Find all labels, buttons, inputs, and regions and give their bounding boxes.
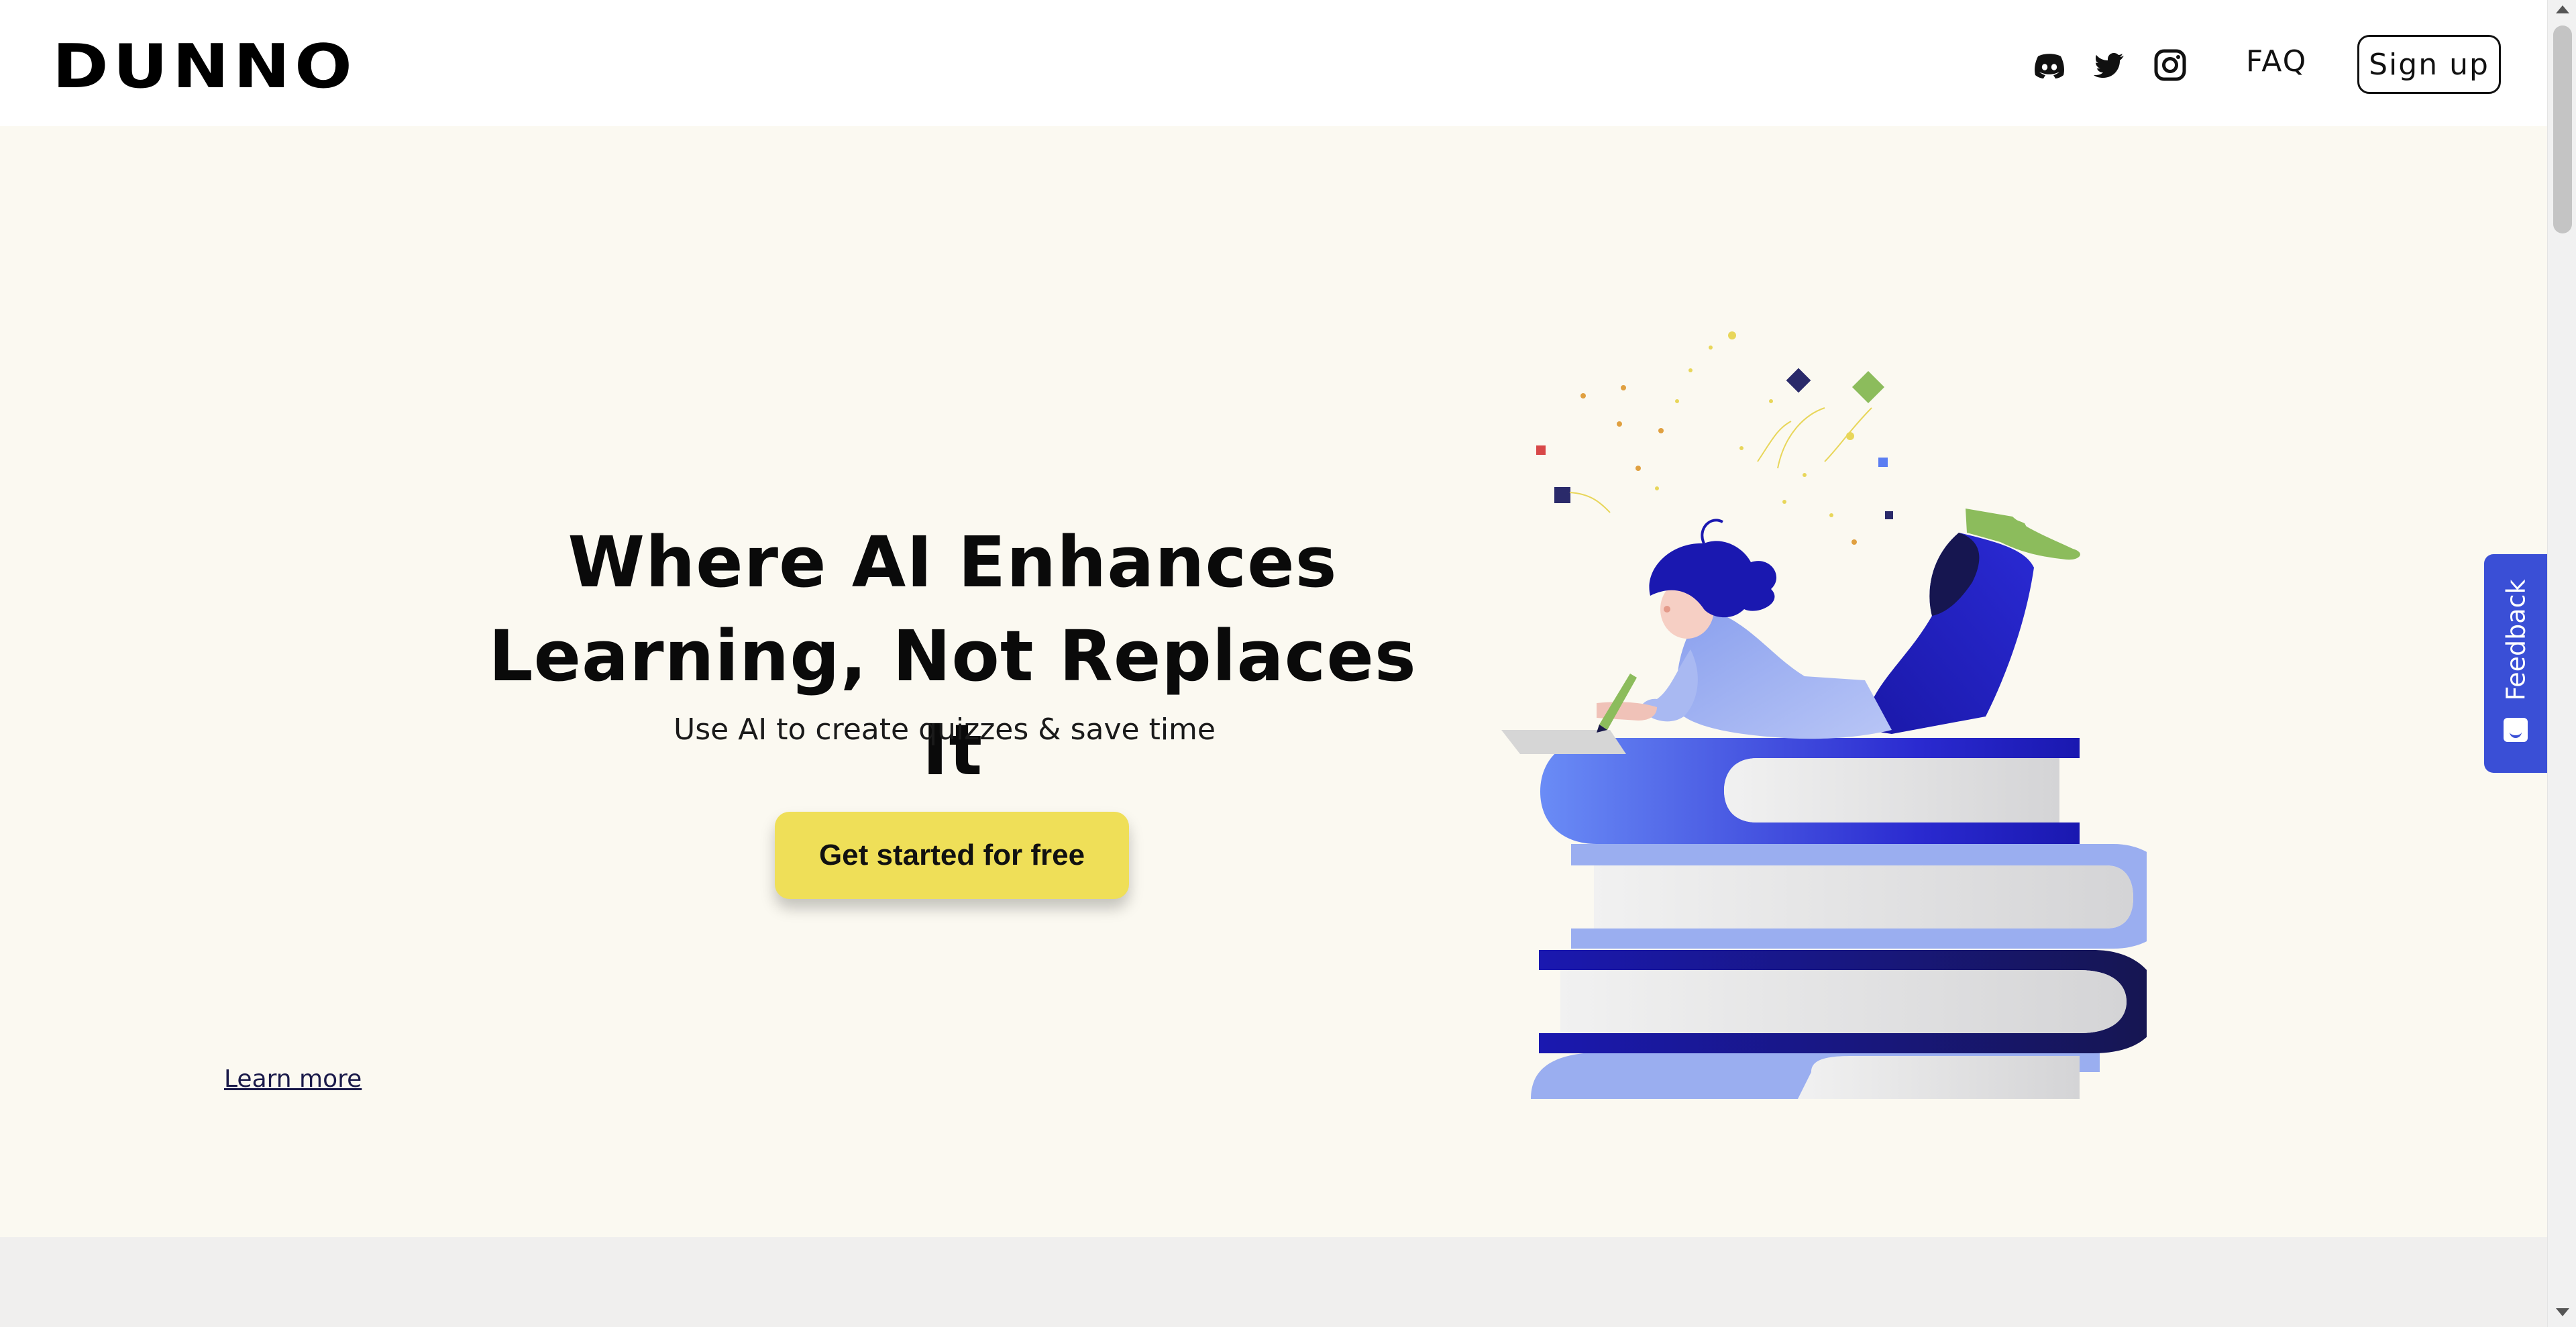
logo[interactable]: DUNNO — [52, 35, 357, 99]
scrollbar-thumb[interactable] — [2553, 25, 2572, 233]
hero-title-line-1: Where AI Enhances — [568, 521, 1338, 603]
learn-more-link[interactable]: Learn more — [224, 1065, 362, 1093]
hero-title: Where AI Enhances Learning, Not Replaces… — [470, 515, 1436, 797]
feedback-label: Feedback — [2501, 579, 2530, 701]
hero-section: Where AI Enhances Learning, Not Replaces… — [0, 126, 2547, 1237]
get-started-button[interactable]: Get started for free — [775, 812, 1129, 899]
scroll-up-arrow-icon[interactable] — [2556, 5, 2569, 13]
instagram-icon[interactable] — [2152, 47, 2188, 83]
top-navbar: DUNNO FAQ Sign up — [0, 0, 2547, 126]
signup-button[interactable]: Sign up — [2357, 35, 2501, 94]
smiley-icon — [2504, 718, 2528, 742]
scrollbar[interactable] — [2547, 0, 2576, 1327]
twitter-icon[interactable] — [2092, 47, 2128, 83]
discord-icon[interactable] — [2031, 47, 2068, 83]
hero-title-line-2: Learning, Not Replaces It — [488, 615, 1417, 791]
girl-reading-on-books-illustration — [1501, 331, 2147, 1099]
scroll-down-arrow-icon[interactable] — [2556, 1308, 2569, 1316]
hero-subtitle: Use AI to create quizzes & save time — [674, 712, 1216, 747]
feedback-tab[interactable]: Feedback — [2484, 554, 2547, 773]
faq-link[interactable]: FAQ — [2246, 44, 2307, 78]
